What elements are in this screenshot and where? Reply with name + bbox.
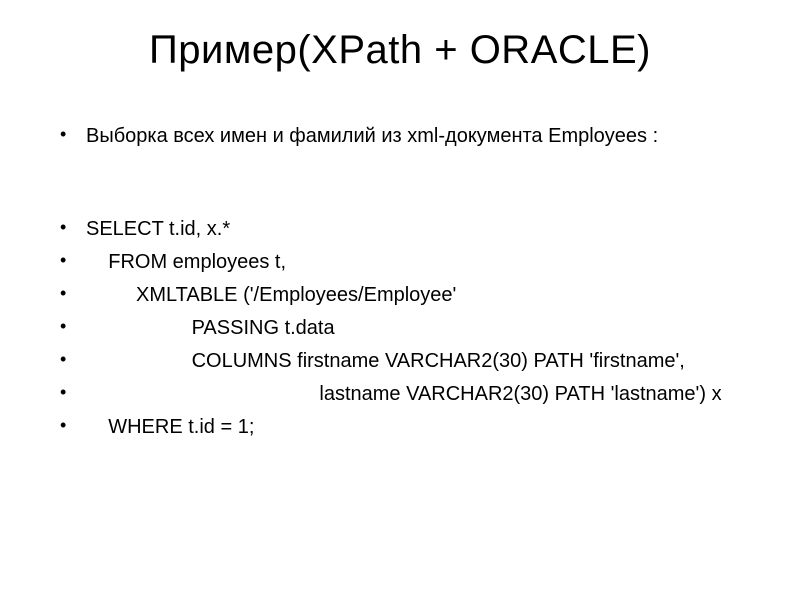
bullet-text: SELECT t.id, x.*: [86, 214, 744, 245]
list-item: • WHERE t.id = 1;: [60, 412, 744, 443]
list-item: • lastname VARCHAR2(30) PATH 'lastname')…: [60, 379, 744, 410]
bullet-text: WHERE t.id = 1;: [86, 412, 744, 443]
list-item: • COLUMNS firstname VARCHAR2(30) PATH 'f…: [60, 346, 744, 377]
list-item: • XMLTABLE ('/Employees/Employee': [60, 280, 744, 311]
list-item: • Выборка всех имен и фамилий из xml-док…: [60, 121, 744, 152]
bullet-text: XMLTABLE ('/Employees/Employee': [86, 280, 744, 311]
list-item: • PASSING t.data: [60, 313, 744, 344]
bullet-icon: •: [60, 313, 86, 341]
slide-title: Пример(XPath + ORACLE): [56, 28, 744, 73]
slide: Пример(XPath + ORACLE) • Выборка всех им…: [0, 0, 800, 600]
bullet-icon: •: [60, 379, 86, 407]
bullet-text: PASSING t.data: [86, 313, 744, 344]
bullet-text: FROM employees t,: [86, 247, 744, 278]
bullet-text: COLUMNS firstname VARCHAR2(30) PATH 'fir…: [86, 346, 744, 377]
bullet-icon: •: [60, 412, 86, 440]
spacer: [60, 154, 744, 214]
bullet-icon: •: [60, 247, 86, 275]
bullet-icon: •: [60, 346, 86, 374]
bullet-icon: •: [60, 121, 86, 149]
list-item: • FROM employees t,: [60, 247, 744, 278]
bullet-icon: •: [60, 214, 86, 242]
bullet-text: lastname VARCHAR2(30) PATH 'lastname') x: [86, 379, 744, 410]
list-item: • SELECT t.id, x.*: [60, 214, 744, 245]
bullet-icon: •: [60, 280, 86, 308]
slide-content: • Выборка всех имен и фамилий из xml-док…: [56, 121, 744, 443]
bullet-text: Выборка всех имен и фамилий из xml-докум…: [86, 121, 744, 152]
